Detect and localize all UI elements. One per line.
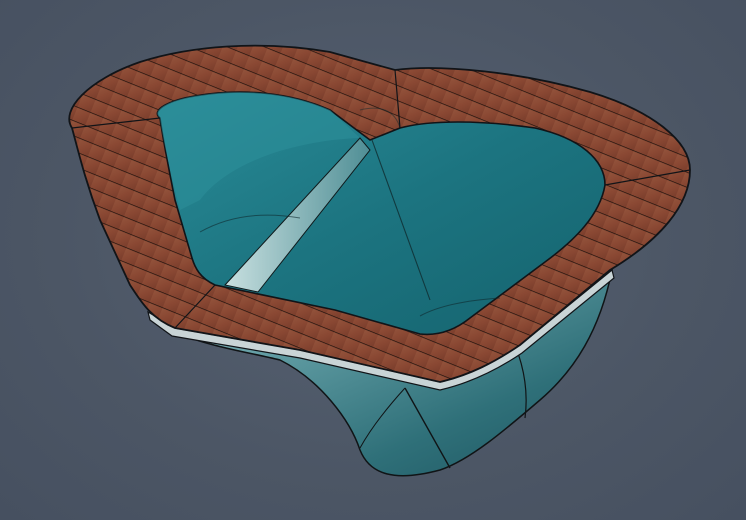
hot-tub-render (68, 44, 691, 477)
3d-viewport[interactable] (0, 0, 746, 520)
